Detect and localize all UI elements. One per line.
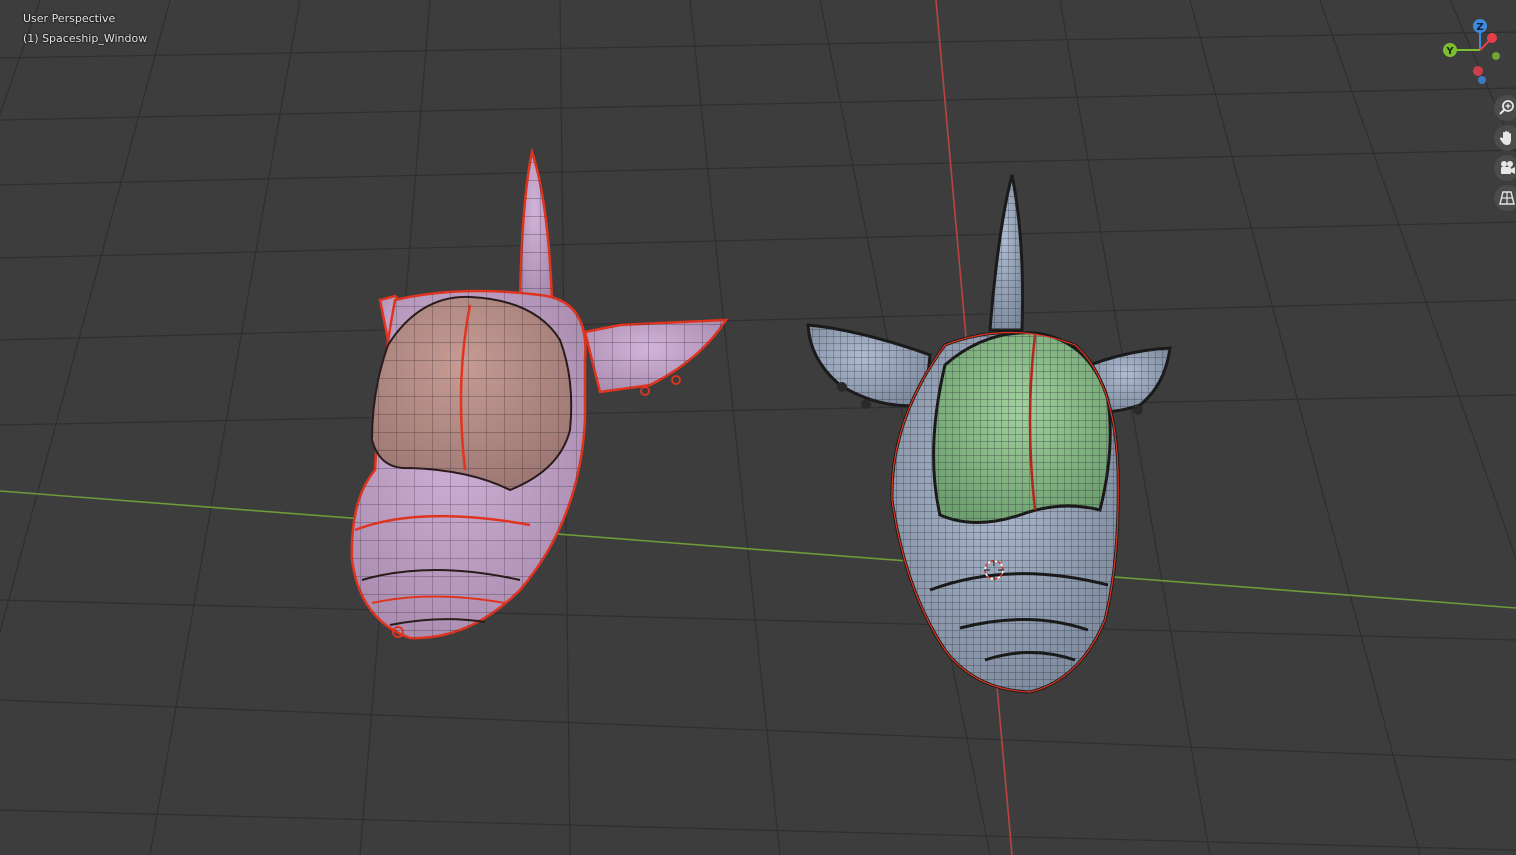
viewport-grid xyxy=(0,0,1516,855)
hand-icon xyxy=(1499,131,1511,145)
grid-icon xyxy=(1499,191,1515,205)
gizmo-y-label: Y xyxy=(1445,46,1454,57)
gizmo-neg-x-axis[interactable] xyxy=(1473,66,1483,76)
perspective-toggle-button[interactable] xyxy=(1494,185,1516,211)
gizmo-x-axis[interactable] xyxy=(1487,33,1497,43)
gizmo-neg-y-axis[interactable] xyxy=(1492,52,1500,60)
camera-icon xyxy=(1501,161,1515,174)
zoom-icon xyxy=(1499,100,1514,115)
3d-viewport[interactable] xyxy=(0,0,1516,855)
navigation-gizmo[interactable]: Z Y xyxy=(1436,16,1516,88)
high-poly-spaceship[interactable] xyxy=(806,174,1172,694)
pan-button[interactable] xyxy=(1494,125,1516,151)
view-mode-label: User Perspective xyxy=(23,12,116,25)
gizmo-neg-z-axis[interactable] xyxy=(1478,76,1486,84)
active-object-label: (1) Spaceship_Window xyxy=(23,32,148,45)
zoom-button[interactable] xyxy=(1494,95,1516,121)
low-poly-spaceship[interactable] xyxy=(350,147,729,640)
gizmo-z-label: Z xyxy=(1476,22,1483,33)
camera-view-button[interactable] xyxy=(1494,155,1516,181)
x-axis-line xyxy=(0,490,1516,609)
